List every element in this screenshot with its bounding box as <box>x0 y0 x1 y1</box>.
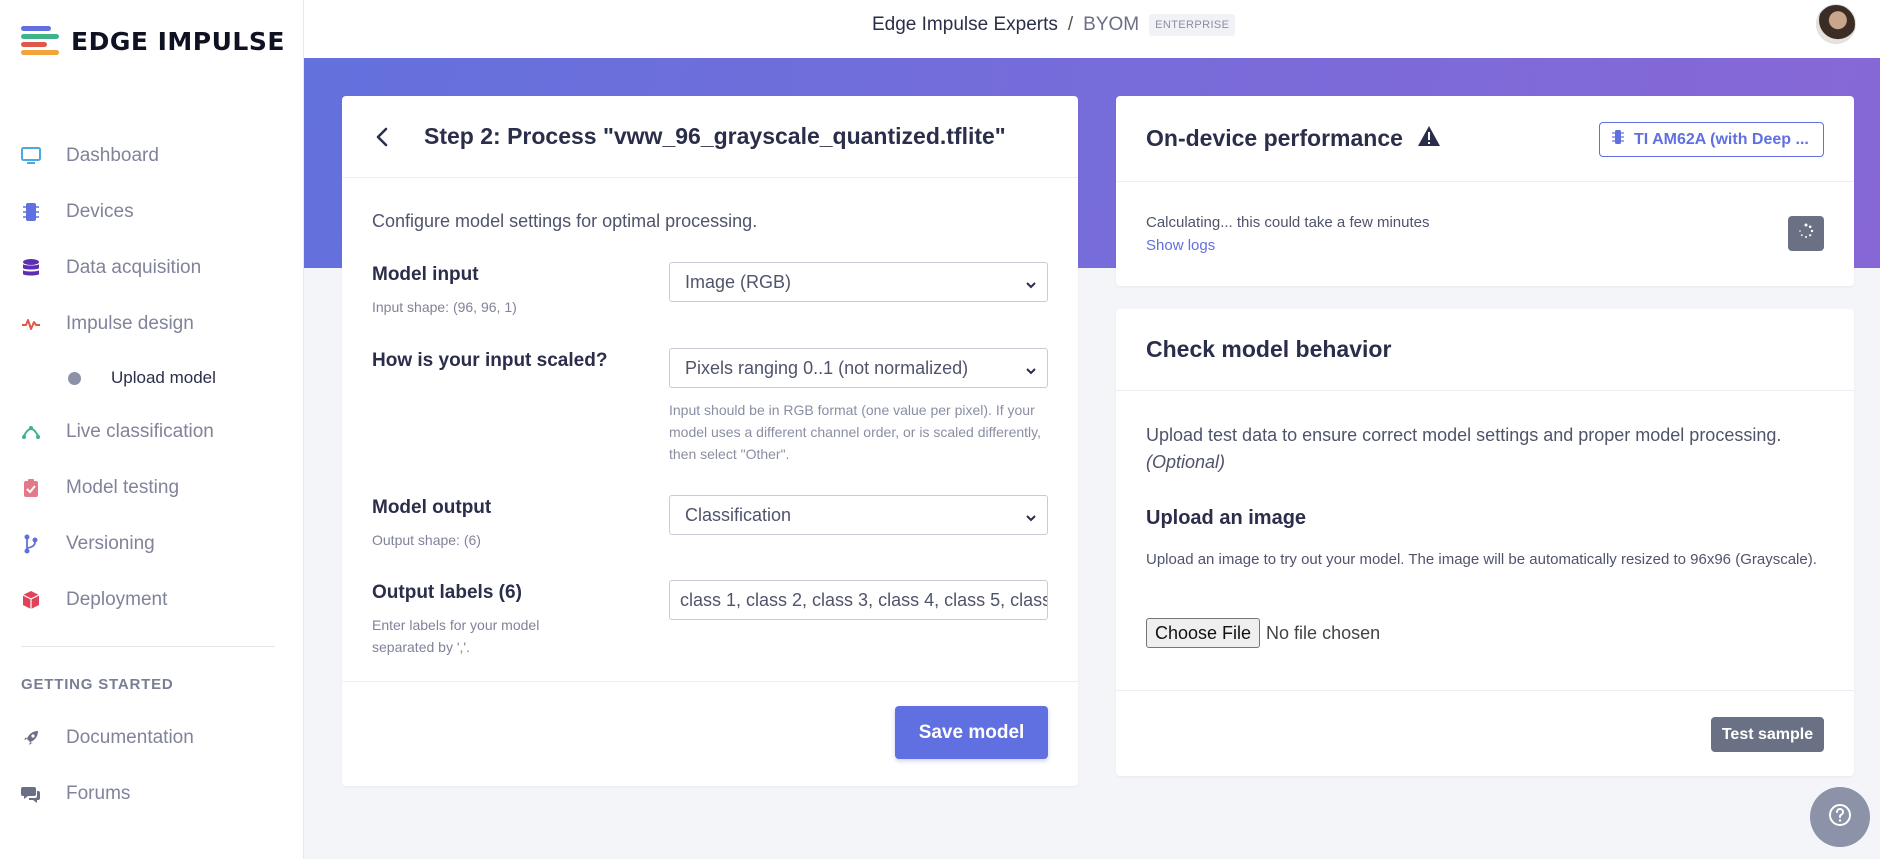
show-logs-link[interactable]: Show logs <box>1146 237 1215 254</box>
sidebar-item-versioning[interactable]: Versioning <box>0 516 304 572</box>
check-title: Check model behavior <box>1146 336 1392 362</box>
spinner-button[interactable] <box>1788 216 1824 251</box>
check-description: Upload test data to ensure correct model… <box>1146 422 1836 476</box>
chip-icon <box>20 201 42 223</box>
breadcrumb-project[interactable]: Edge Impulse Experts <box>872 14 1058 36</box>
back-arrow-icon[interactable] <box>372 127 392 147</box>
sidebar-item-label: Model testing <box>66 477 180 498</box>
on-device-performance-card: On-device performance TI AM62A (with Dee… <box>1116 96 1854 286</box>
sidebar-subitem-upload-model[interactable]: Upload model <box>0 352 304 404</box>
rocket-icon <box>20 727 42 749</box>
optional-label: (Optional) <box>1146 452 1226 472</box>
sidebar-item-label: Data acquisition <box>66 257 202 278</box>
sidebar-item-devices[interactable]: Devices <box>0 184 304 240</box>
save-model-button[interactable]: Save model <box>895 706 1048 759</box>
warning-icon[interactable] <box>1417 125 1441 152</box>
sidebar-item-dashboard[interactable]: Dashboard <box>0 128 304 184</box>
main-nav: Dashboard Devices Data acquisition Impul… <box>0 128 304 628</box>
input-scaling-value: Pixels ranging 0..1 (not normalized) <box>685 357 969 378</box>
spinner-icon <box>1798 223 1814 244</box>
upload-image-description: Upload an image to try out your model. T… <box>1146 551 1817 568</box>
branch-icon <box>20 533 42 555</box>
top-bar: Edge Impulse Experts / BYOM ENTERPRISE <box>304 0 1880 58</box>
sidebar-item-forums[interactable]: Forums <box>0 766 304 822</box>
sidebar-divider <box>21 646 275 647</box>
sidebar-item-model-testing[interactable]: Model testing <box>0 460 304 516</box>
process-model-card: Step 2: Process "vww_96_grayscale_quanti… <box>342 96 1078 786</box>
edge-impulse-logo[interactable]: EDGE IMPULSE <box>21 26 285 56</box>
model-input-select[interactable]: Image (RGB) <box>669 262 1048 302</box>
no-file-chosen-text: No file chosen <box>1266 622 1381 643</box>
check-header: Check model behavior <box>1116 309 1854 391</box>
section-label-getting-started: GETTING STARTED <box>21 676 174 693</box>
sidebar-item-label: Dashboard <box>66 145 159 166</box>
box-icon <box>20 589 42 611</box>
step-title: Step 2: Process "vww_96_grayscale_quanti… <box>424 123 1006 149</box>
getting-started-nav: Documentation Forums <box>0 710 304 822</box>
sidebar: EDGE IMPULSE Dashboard Devices Data acqu… <box>0 0 304 859</box>
pulse-icon <box>20 313 42 335</box>
sidebar-item-deployment[interactable]: Deployment <box>0 572 304 628</box>
test-sample-button[interactable]: Test sample <box>1711 717 1824 752</box>
check-desc-text: Upload test data to ensure correct model… <box>1146 425 1782 445</box>
model-output-select[interactable]: Classification <box>669 495 1048 535</box>
sidebar-item-impulse-design[interactable]: Impulse design <box>0 296 304 352</box>
file-input: Choose File No file chosen <box>1146 618 1380 648</box>
sidebar-item-label: Deployment <box>66 589 168 610</box>
chevron-down-icon <box>1025 508 1037 529</box>
chat-icon <box>20 783 42 805</box>
check-footer-divider <box>1116 690 1854 691</box>
breadcrumb-separator: / <box>1067 14 1074 35</box>
logo-mark-icon <box>21 26 63 56</box>
input-scaling-note: Input should be in RGB format (one value… <box>669 402 1041 462</box>
choose-file-button[interactable]: Choose File <box>1146 618 1261 648</box>
monitor-icon <box>20 145 42 167</box>
clipboard-check-icon <box>20 477 42 499</box>
help-button[interactable] <box>1810 787 1870 847</box>
model-output-row: Model output Output shape: (6) Classific… <box>372 495 1048 551</box>
sidebar-item-label: Documentation <box>66 727 194 748</box>
chevron-down-icon <box>1025 275 1037 296</box>
step-intro: Configure model settings for optimal pro… <box>372 211 758 231</box>
model-output-value: Classification <box>685 504 792 525</box>
performance-header: On-device performance TI AM62A (with Dee… <box>1116 96 1854 182</box>
sidebar-item-live-classification[interactable]: Live classification <box>0 404 304 460</box>
sidebar-item-label: Impulse design <box>66 313 194 334</box>
upload-image-title: Upload an image <box>1146 507 1307 529</box>
process-card-header: Step 2: Process "vww_96_grayscale_quanti… <box>342 96 1078 178</box>
device-select-label: TI AM62A (with Deep ... <box>1634 130 1809 148</box>
performance-title: On-device performance <box>1146 125 1403 151</box>
active-dot-icon <box>68 371 81 385</box>
calculating-status: Calculating... this could take a few min… <box>1146 214 1430 231</box>
sidebar-item-documentation[interactable]: Documentation <box>0 710 304 766</box>
output-labels-row: Output labels (6) Enter labels for your … <box>372 580 1048 658</box>
live-icon <box>20 421 42 443</box>
sidebar-item-label: Forums <box>66 783 131 804</box>
breadcrumb: Edge Impulse Experts / BYOM ENTERPRISE <box>872 14 1236 36</box>
sidebar-item-label: Versioning <box>66 533 155 554</box>
card-footer-divider <box>342 681 1078 682</box>
user-avatar[interactable] <box>1816 4 1856 44</box>
model-input-row: Model input Input shape: (96, 96, 1) Ima… <box>372 262 1048 318</box>
sidebar-item-label: Devices <box>66 201 134 222</box>
chevron-down-icon <box>1025 361 1037 382</box>
sidebar-subitem-label: Upload model <box>111 368 216 387</box>
logo-text: EDGE IMPULSE <box>71 26 285 56</box>
device-select-button[interactable]: TI AM62A (with Deep ... <box>1599 122 1824 157</box>
output-labels-help: Enter labels for your model separated by… <box>372 617 540 655</box>
enterprise-badge: ENTERPRISE <box>1149 14 1236 36</box>
database-icon <box>20 257 42 279</box>
model-input-value: Image (RGB) <box>685 271 792 292</box>
question-icon <box>1828 803 1852 832</box>
input-scaling-row: How is your input scaled? Pixels ranging… <box>372 348 1048 462</box>
check-model-behavior-card: Check model behavior Upload test data to… <box>1116 309 1854 776</box>
breadcrumb-page: BYOM <box>1083 14 1140 35</box>
chip-icon <box>1612 129 1624 150</box>
input-scaling-select[interactable]: Pixels ranging 0..1 (not normalized) <box>669 348 1048 388</box>
sidebar-item-data-acquisition[interactable]: Data acquisition <box>0 240 304 296</box>
sidebar-item-label: Live classification <box>66 421 214 442</box>
output-labels-input[interactable] <box>669 580 1048 620</box>
